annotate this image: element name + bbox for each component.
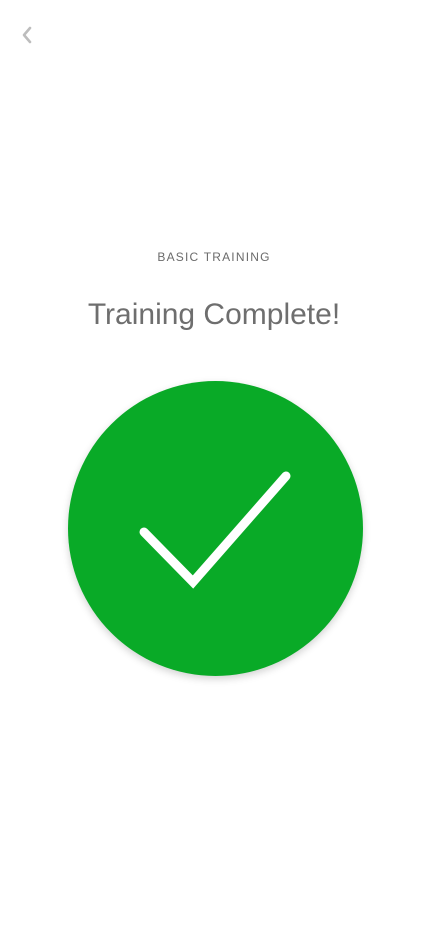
section-label: BASIC TRAINING (157, 250, 271, 264)
success-indicator (68, 381, 363, 676)
training-complete-screen: BASIC TRAINING Training Complete! (0, 0, 428, 926)
page-title: Training Complete! (87, 298, 341, 331)
back-button[interactable] (12, 20, 42, 50)
checkmark-icon (139, 471, 291, 589)
chevron-left-icon (22, 26, 32, 44)
